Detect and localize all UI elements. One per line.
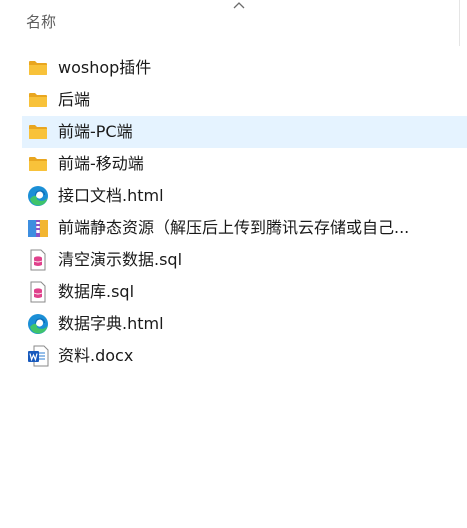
name-column-header[interactable]: 名称 <box>26 11 56 33</box>
file-row-clear-demo-sql[interactable]: 清空演示数据.sql <box>22 244 467 276</box>
file-row-woshop-plugin[interactable]: woshop插件 <box>22 52 467 84</box>
file-list: woshop插件 后端 前端-PC端 前端-移动端 接口文档.html 前端静态… <box>22 52 467 372</box>
file-row-api-doc[interactable]: 接口文档.html <box>22 180 467 212</box>
edge-html-icon <box>27 185 49 207</box>
file-row-database-sql[interactable]: 数据库.sql <box>22 276 467 308</box>
file-name: woshop插件 <box>58 58 152 77</box>
file-row-frontend-mobile[interactable]: 前端-移动端 <box>22 148 467 180</box>
file-name: 后端 <box>58 90 91 109</box>
column-divider[interactable] <box>459 0 460 46</box>
file-name: 接口文档.html <box>58 186 164 205</box>
file-name: 前端-PC端 <box>58 122 133 141</box>
sql-file-icon <box>27 281 49 303</box>
file-row-backend[interactable]: 后端 <box>22 84 467 116</box>
file-name: 资料.docx <box>58 346 134 365</box>
word-doc-icon <box>27 345 49 367</box>
folder-icon <box>27 89 49 111</box>
folder-icon <box>27 57 49 79</box>
file-name: 前端-移动端 <box>58 154 144 173</box>
chevron-up-icon[interactable] <box>232 0 246 10</box>
folder-icon <box>27 153 49 175</box>
sql-file-icon <box>27 249 49 271</box>
folder-icon <box>27 121 49 143</box>
file-row-static-assets-archive[interactable]: 前端静态资源（解压后上传到腾讯云存储或自己... <box>22 212 467 244</box>
file-name: 清空演示数据.sql <box>58 250 183 269</box>
file-name: 前端静态资源（解压后上传到腾讯云存储或自己... <box>58 218 410 237</box>
file-name: 数据字典.html <box>58 314 164 333</box>
file-explorer-window: 名称 woshop插件 后端 前端-PC端 前端-移动端 接口文档.html 前… <box>0 0 467 528</box>
file-row-materials-docx[interactable]: 资料.docx <box>22 340 467 372</box>
file-name: 数据库.sql <box>58 282 135 301</box>
file-row-data-dictionary[interactable]: 数据字典.html <box>22 308 467 340</box>
edge-html-icon <box>27 313 49 335</box>
file-row-frontend-pc[interactable]: 前端-PC端 <box>22 116 467 148</box>
archive-icon <box>27 217 49 239</box>
